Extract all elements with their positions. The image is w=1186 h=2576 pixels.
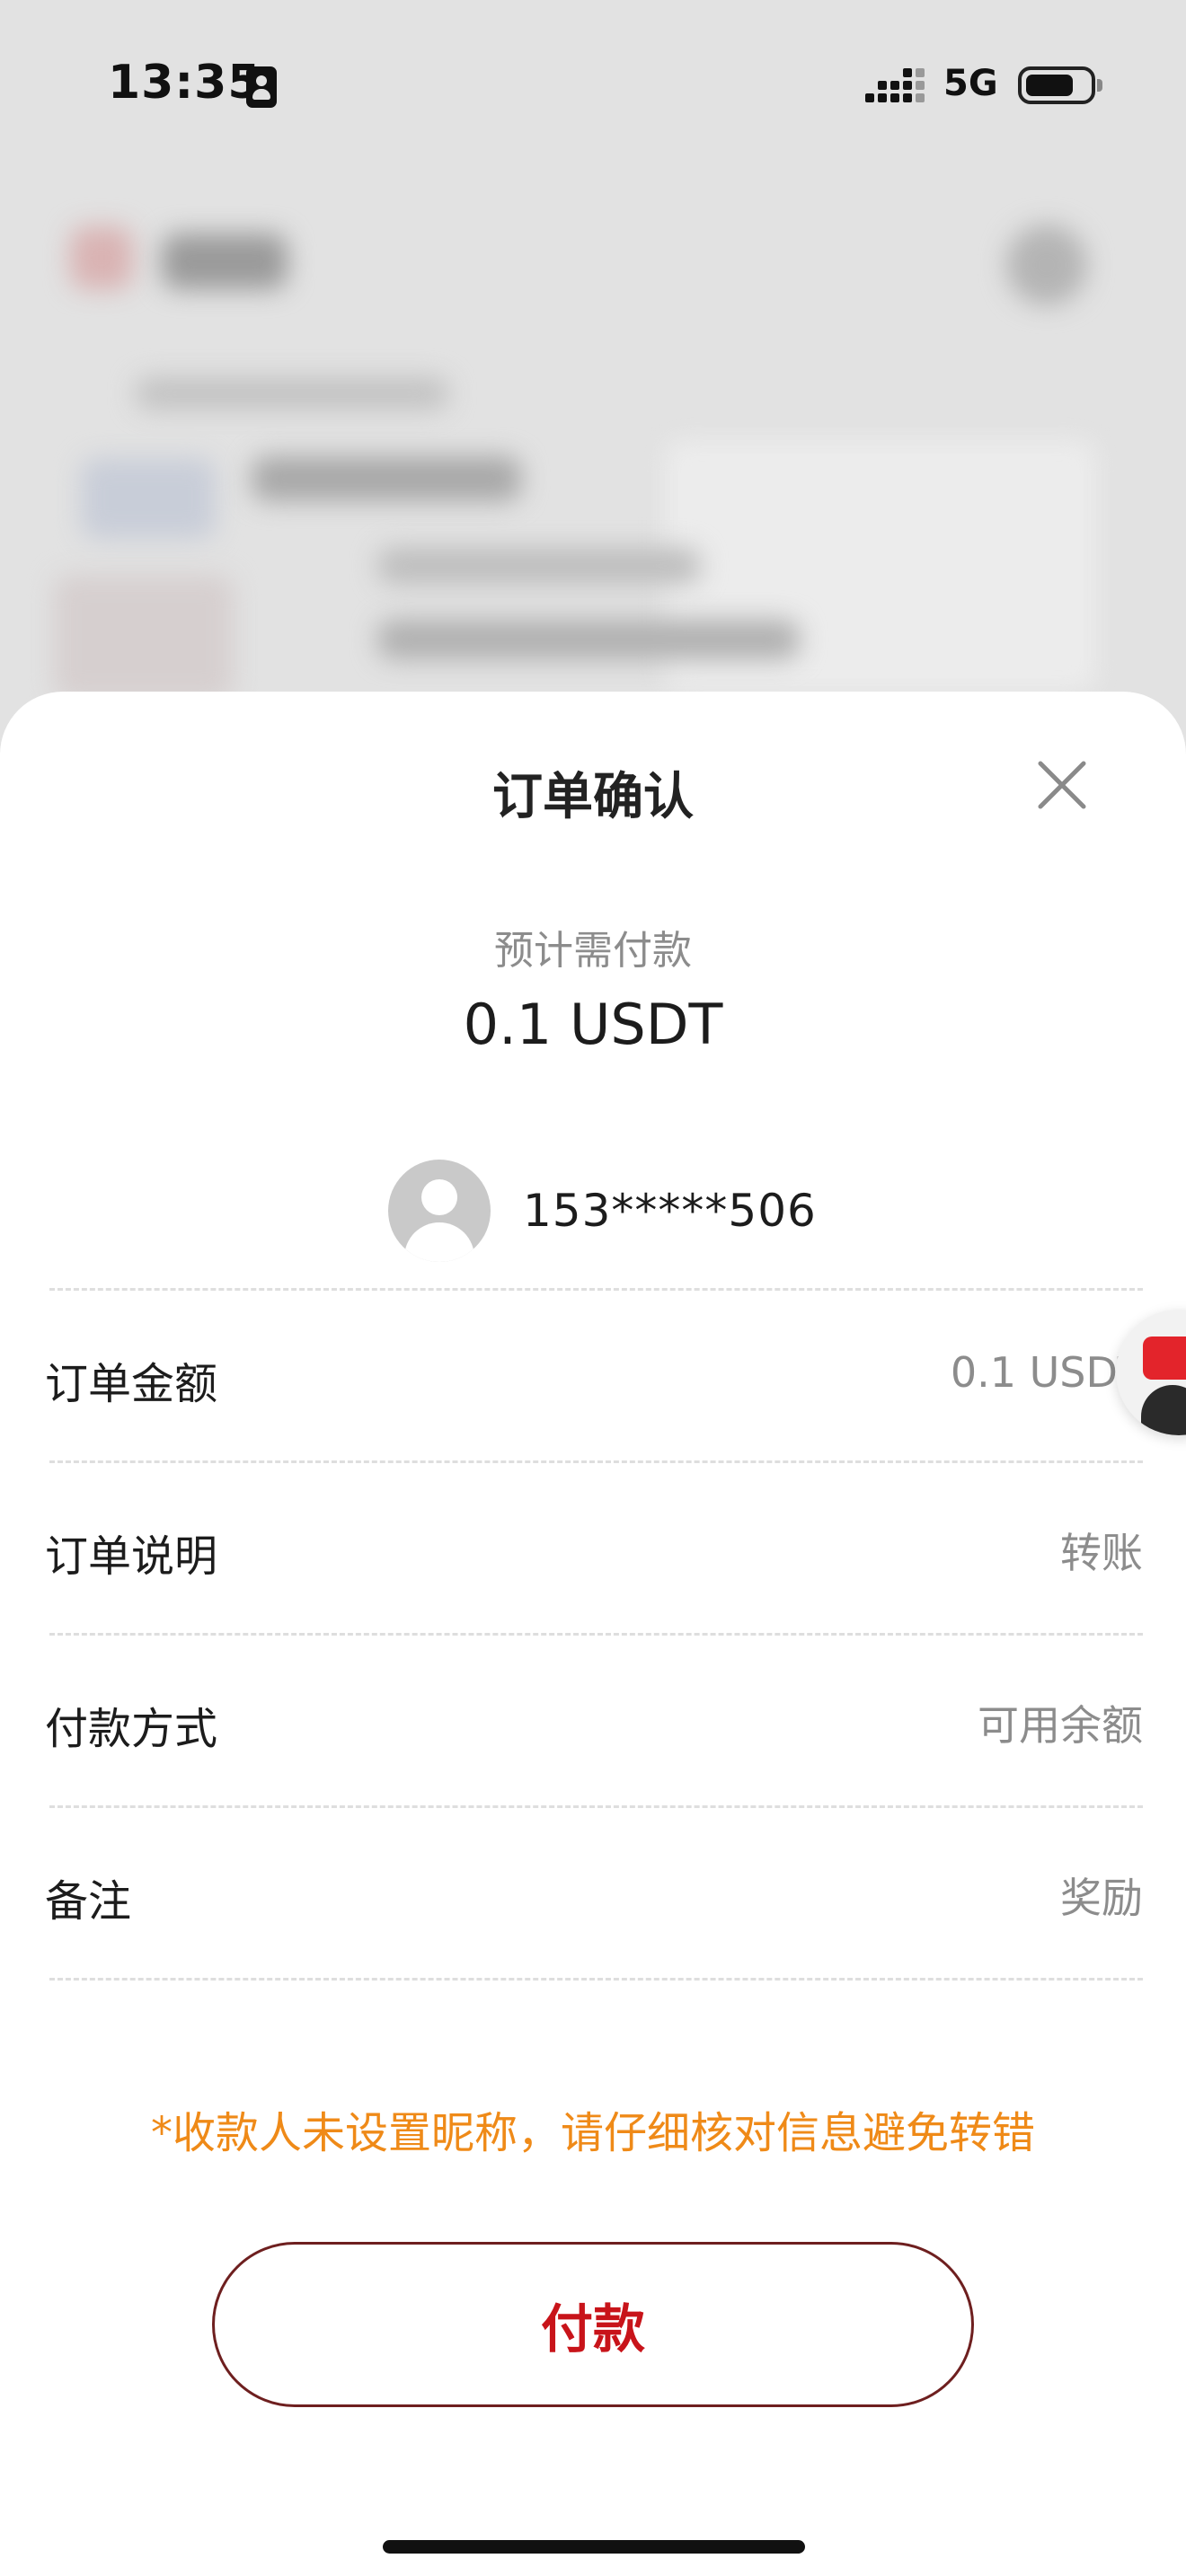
sheet-title: 订单确认: [492, 768, 694, 826]
row-order-description: 订单说明 转账: [45, 1460, 1143, 1633]
close-icon[interactable]: [1033, 756, 1091, 814]
row-label: 备注: [45, 1876, 132, 1927]
battery-icon: [1018, 66, 1102, 104]
row-value: 0.1 USDT: [950, 1348, 1143, 1397]
signal-strength-icon: [865, 66, 925, 108]
blurred-card: [81, 458, 216, 539]
row-label: 付款方式: [45, 1704, 218, 1754]
id-card-icon: [246, 66, 277, 108]
order-info-list: 订单金额 0.1 USDT 订单说明 转账 付款方式 可用余额 备注 奖励: [45, 1288, 1143, 1981]
home-indicator[interactable]: [383, 2540, 805, 2554]
row-remark: 备注 奖励: [45, 1805, 1143, 1978]
row-value: 可用余额: [978, 1701, 1143, 1750]
payee-info: 153*****506: [388, 1159, 817, 1263]
avatar: [388, 1160, 491, 1262]
row-value: 奖励: [1060, 1874, 1143, 1922]
blurred-line: [252, 456, 521, 501]
payee-id: 153*****506: [523, 1185, 817, 1237]
pay-button[interactable]: 付款: [212, 2242, 974, 2407]
blurred-line: [377, 620, 800, 659]
blurred-title: [162, 234, 288, 289]
network-type: 5G: [943, 63, 998, 104]
blurred-line: [377, 548, 701, 584]
pay-button-label: 付款: [540, 2298, 645, 2360]
blurred-avatar: [1006, 225, 1087, 305]
status-bar: 13:35 5G: [0, 0, 1186, 171]
blurred-line: [135, 377, 449, 410]
amount-caption: 预计需付款: [494, 928, 692, 974]
row-label: 订单金额: [45, 1359, 218, 1409]
order-confirm-sheet: 订单确认 预计需付款 0.1 USDT 153*****506 订单金额 0.1…: [0, 692, 1186, 2576]
blurred-logo: [70, 226, 133, 289]
blurred-panel: [54, 575, 234, 701]
row-payment-method[interactable]: 付款方式 可用余额: [45, 1633, 1143, 1805]
status-time: 13:35: [108, 56, 261, 110]
warning-text: *收款人未设置昵称，请仔细核对信息避免转错: [150, 2108, 1035, 2158]
row-value: 转账: [1060, 1529, 1143, 1577]
divider: [49, 1978, 1143, 1981]
row-order-amount: 订单金额 0.1 USDT: [45, 1288, 1143, 1460]
row-label: 订单说明: [45, 1531, 218, 1582]
amount-value: 0.1 USDT: [463, 992, 723, 1057]
